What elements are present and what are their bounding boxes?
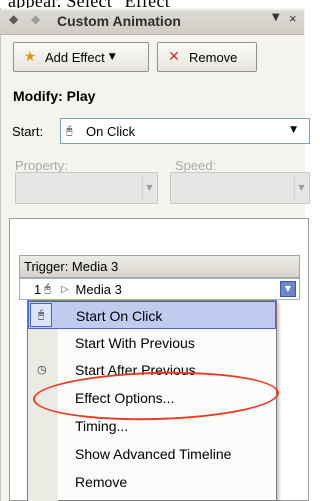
menu-item-timing[interactable]: Timing... xyxy=(28,412,276,440)
property-select: ▼ xyxy=(15,172,158,204)
back-arrow-icon[interactable]: ◆ xyxy=(9,12,18,26)
menu-item-label: Effect Options... xyxy=(75,390,175,406)
property-label: Property: xyxy=(15,158,68,173)
menu-item-start-after-previous[interactable]: ◷ Start After Previous xyxy=(28,356,276,384)
start-label: Start: xyxy=(12,124,44,139)
item-dropdown-button[interactable]: ▼ xyxy=(280,281,296,297)
menu-item-label: Show Advanced Timeline xyxy=(75,446,232,462)
forward-arrow-icon[interactable]: ◆ xyxy=(31,12,40,26)
menu-item-label: Start On Click xyxy=(76,308,163,324)
chevron-down-icon: ▼ xyxy=(290,125,297,135)
menu-item-start-on-click[interactable]: 🖰 Start On Click xyxy=(28,301,276,329)
start-select[interactable]: 🖰 On Click ▼ xyxy=(60,118,310,144)
clock-icon: ◷ xyxy=(37,363,47,376)
menu-item-label: Remove xyxy=(75,474,128,490)
remove-icon: ✕ xyxy=(168,49,180,65)
pane-title: Custom Animation xyxy=(57,13,181,29)
menu-item-show-advanced-timeline[interactable]: Show Advanced Timeline xyxy=(28,440,276,468)
chevron-down-icon: ▼ xyxy=(108,52,116,62)
menu-item-remove[interactable]: Remove xyxy=(28,468,276,496)
menu-item-label: Start After Previous xyxy=(75,362,196,378)
close-icon[interactable]: × xyxy=(289,11,297,26)
add-effect-button[interactable]: ★ Add Effect ▼ xyxy=(13,42,149,72)
menu-item-label: Start With Previous xyxy=(75,335,195,351)
play-icon: ▷ xyxy=(60,283,69,295)
mouse-icon: 🖰 xyxy=(44,282,51,295)
item-name: Media 3 xyxy=(75,281,122,297)
speed-select: ▼ xyxy=(170,172,310,204)
menu-item-label: Timing... xyxy=(75,418,129,434)
chevron-down-icon: ▼ xyxy=(142,174,156,202)
remove-button[interactable]: ✕ Remove xyxy=(157,42,257,72)
trigger-header[interactable]: Trigger: Media 3 xyxy=(19,255,300,278)
start-value: On Click xyxy=(86,123,136,139)
mouse-icon: 🖰 xyxy=(66,124,73,137)
menu-item-effect-options[interactable]: Effect Options... xyxy=(28,384,276,412)
chevron-down-icon: ▼ xyxy=(294,174,308,202)
speed-label: Speed: xyxy=(175,158,217,173)
animation-item[interactable]: 1 🖰 ▷ Media 3 ▼ xyxy=(19,278,300,300)
item-number: 1 xyxy=(34,281,42,297)
remove-label: Remove xyxy=(189,49,238,65)
star-icon: ★ xyxy=(23,49,37,65)
add-effect-label: Add Effect xyxy=(45,49,105,65)
pane-menu-button[interactable]: ▼ xyxy=(272,12,280,23)
menu-item-start-with-previous[interactable]: Start With Previous xyxy=(28,329,276,357)
mouse-icon: 🖰 xyxy=(30,303,52,327)
modify-heading: Modify: Play xyxy=(13,88,96,104)
